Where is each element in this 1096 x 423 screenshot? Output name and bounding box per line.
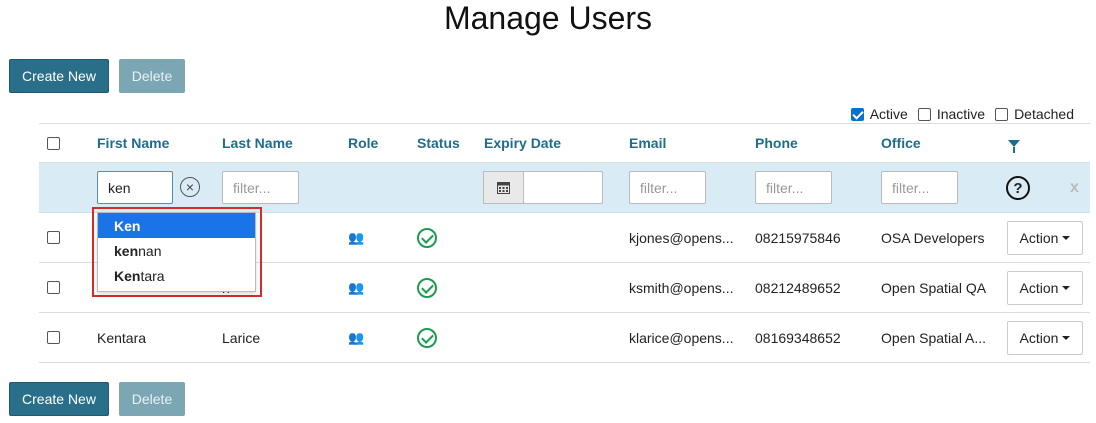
cell-email: kjones@opens... bbox=[629, 229, 734, 246]
users-icon: 👥 bbox=[348, 329, 365, 345]
autocomplete-item[interactable]: Ken tara bbox=[98, 263, 255, 288]
calendar-icon[interactable] bbox=[483, 171, 524, 204]
first-name-filter-input[interactable]: ken bbox=[97, 171, 173, 204]
grid-header: First Name Last Name Role Status Expiry … bbox=[39, 123, 1090, 163]
autocomplete-item[interactable]: Ken bbox=[98, 213, 255, 238]
action-dropdown-button[interactable]: Action bbox=[1007, 271, 1083, 305]
cell-email: ksmith@opens... bbox=[629, 279, 734, 296]
cell-email: klarice@opens... bbox=[629, 329, 734, 346]
clear-filter-icon[interactable]: × bbox=[180, 177, 200, 197]
row-checkbox[interactable] bbox=[47, 231, 60, 244]
create-new-button[interactable]: Create New bbox=[9, 59, 109, 93]
inactive-checkbox[interactable] bbox=[917, 107, 931, 121]
help-icon[interactable]: ? bbox=[1006, 176, 1030, 200]
office-filter-input[interactable]: filter... bbox=[881, 171, 958, 204]
detached-checkbox[interactable] bbox=[995, 107, 1009, 121]
cell-phone: 08212489652 bbox=[755, 279, 841, 296]
filter-active[interactable]: Active bbox=[850, 106, 908, 122]
page-title: Manage Users bbox=[443, 0, 653, 36]
expiry-date-filter-input[interactable] bbox=[523, 171, 603, 204]
filter-toggle-icon[interactable] bbox=[1008, 139, 1020, 153]
col-first-name[interactable]: First Name bbox=[97, 124, 169, 162]
delete-button-bottom[interactable]: Delete bbox=[119, 382, 185, 416]
email-filter-input[interactable]: filter... bbox=[629, 171, 706, 204]
last-name-filter-input[interactable]: filter... bbox=[222, 171, 299, 204]
cell-phone: 08169348652 bbox=[755, 329, 841, 346]
row-checkbox[interactable] bbox=[47, 281, 60, 294]
col-phone[interactable]: Phone bbox=[755, 124, 798, 162]
check-circle-icon bbox=[417, 227, 437, 248]
phone-filter-input[interactable]: filter... bbox=[755, 171, 832, 204]
cell-office: Open Spatial A... bbox=[881, 329, 987, 346]
delete-button[interactable]: Delete bbox=[119, 59, 185, 93]
row-checkbox[interactable] bbox=[47, 331, 60, 344]
cell-office: OSA Developers bbox=[881, 229, 985, 246]
create-new-button-bottom[interactable]: Create New bbox=[9, 382, 109, 416]
caret-down-icon bbox=[1062, 286, 1071, 290]
filter-inactive[interactable]: Inactive bbox=[917, 106, 985, 122]
status-filter-group: Active Inactive Detached bbox=[845, 106, 1074, 122]
cell-last-name: Larice bbox=[222, 329, 261, 346]
check-circle-icon bbox=[417, 277, 437, 298]
cell-office: Open Spatial QA bbox=[881, 279, 987, 296]
autocomplete-item[interactable]: ken nan bbox=[98, 238, 255, 263]
select-all-checkbox[interactable] bbox=[47, 136, 60, 150]
autocomplete-list: Ken ken nan Ken tara bbox=[97, 212, 256, 292]
col-role[interactable]: Role bbox=[348, 124, 378, 162]
col-office[interactable]: Office bbox=[881, 124, 921, 162]
users-icon: 👥 bbox=[348, 279, 365, 295]
table-row: Kentara Larice 👥 klarice@opens... 081693… bbox=[39, 313, 1090, 363]
filter-detached[interactable]: Detached bbox=[995, 106, 1074, 122]
active-checkbox[interactable] bbox=[850, 107, 864, 121]
users-icon: 👥 bbox=[348, 229, 365, 245]
action-dropdown-button[interactable]: Action bbox=[1007, 321, 1083, 355]
caret-down-icon bbox=[1062, 336, 1071, 340]
caret-down-icon bbox=[1062, 236, 1071, 240]
check-circle-icon bbox=[417, 327, 437, 348]
col-status[interactable]: Status bbox=[417, 124, 460, 162]
clear-all-filters-icon[interactable]: x bbox=[1070, 179, 1079, 197]
filter-row: ken × filter... filter... filter... filt… bbox=[39, 163, 1090, 213]
col-last-name[interactable]: Last Name bbox=[222, 124, 293, 162]
cell-phone: 08215975846 bbox=[755, 229, 841, 246]
col-expiry-date[interactable]: Expiry Date bbox=[484, 124, 561, 162]
action-dropdown-button[interactable]: Action bbox=[1007, 221, 1083, 255]
col-email[interactable]: Email bbox=[629, 124, 666, 162]
cell-first-name: Kentara bbox=[97, 329, 147, 346]
